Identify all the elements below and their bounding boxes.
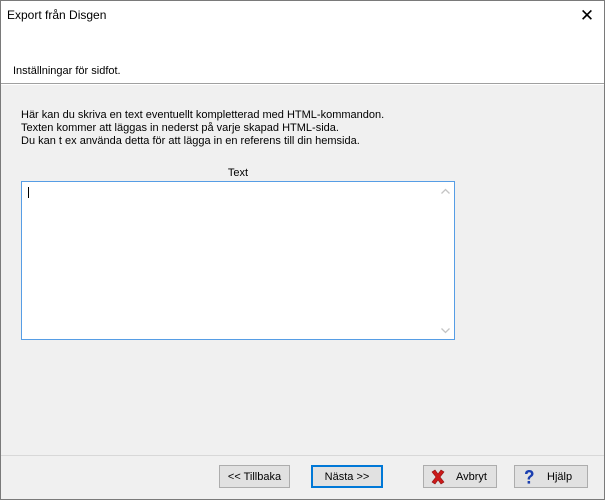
export-dialog: Export från Disgen ✕ Inställningar för s…	[0, 0, 605, 500]
header-subtitle: Inställningar för sidfot.	[13, 65, 121, 77]
description-line: Här kan du skriva en text eventuellt kom…	[21, 109, 385, 121]
window-title: Export från Disgen	[7, 8, 107, 22]
wizard-header: Inställningar för sidfot.	[1, 30, 604, 84]
text-caret	[28, 187, 29, 198]
text-field-label: Text	[227, 167, 249, 179]
chevron-down-icon	[441, 327, 450, 333]
vertical-scrollbar[interactable]	[437, 182, 454, 339]
footer-divider	[1, 455, 604, 456]
next-button-label: Nästa >>	[324, 470, 370, 483]
footer-text-input[interactable]	[21, 181, 455, 340]
close-button[interactable]: ✕	[570, 1, 604, 30]
description-line: Du kan t ex använda detta för att lägga …	[21, 135, 360, 147]
question-mark-icon	[521, 469, 537, 485]
description-text: Här kan du skriva en text eventuellt kom…	[21, 109, 384, 148]
next-button[interactable]: Nästa >>	[311, 465, 383, 488]
help-button-label: Hjälp	[547, 470, 573, 483]
cancel-button[interactable]: Avbryt	[423, 465, 497, 488]
back-button[interactable]: << Tillbaka	[219, 465, 290, 488]
close-icon: ✕	[579, 5, 595, 25]
red-x-icon	[430, 469, 446, 485]
header-divider	[1, 84, 604, 85]
back-button-label: << Tillbaka	[227, 470, 282, 483]
chevron-up-icon	[441, 188, 450, 194]
description-line: Texten kommer att läggas in nederst på v…	[21, 122, 339, 134]
title-bar: Export från Disgen ✕	[1, 1, 604, 30]
scroll-up-button[interactable]	[437, 182, 454, 199]
help-button[interactable]: Hjälp	[514, 465, 588, 488]
cancel-button-label: Avbryt	[456, 470, 487, 483]
scroll-down-button[interactable]	[437, 322, 454, 339]
